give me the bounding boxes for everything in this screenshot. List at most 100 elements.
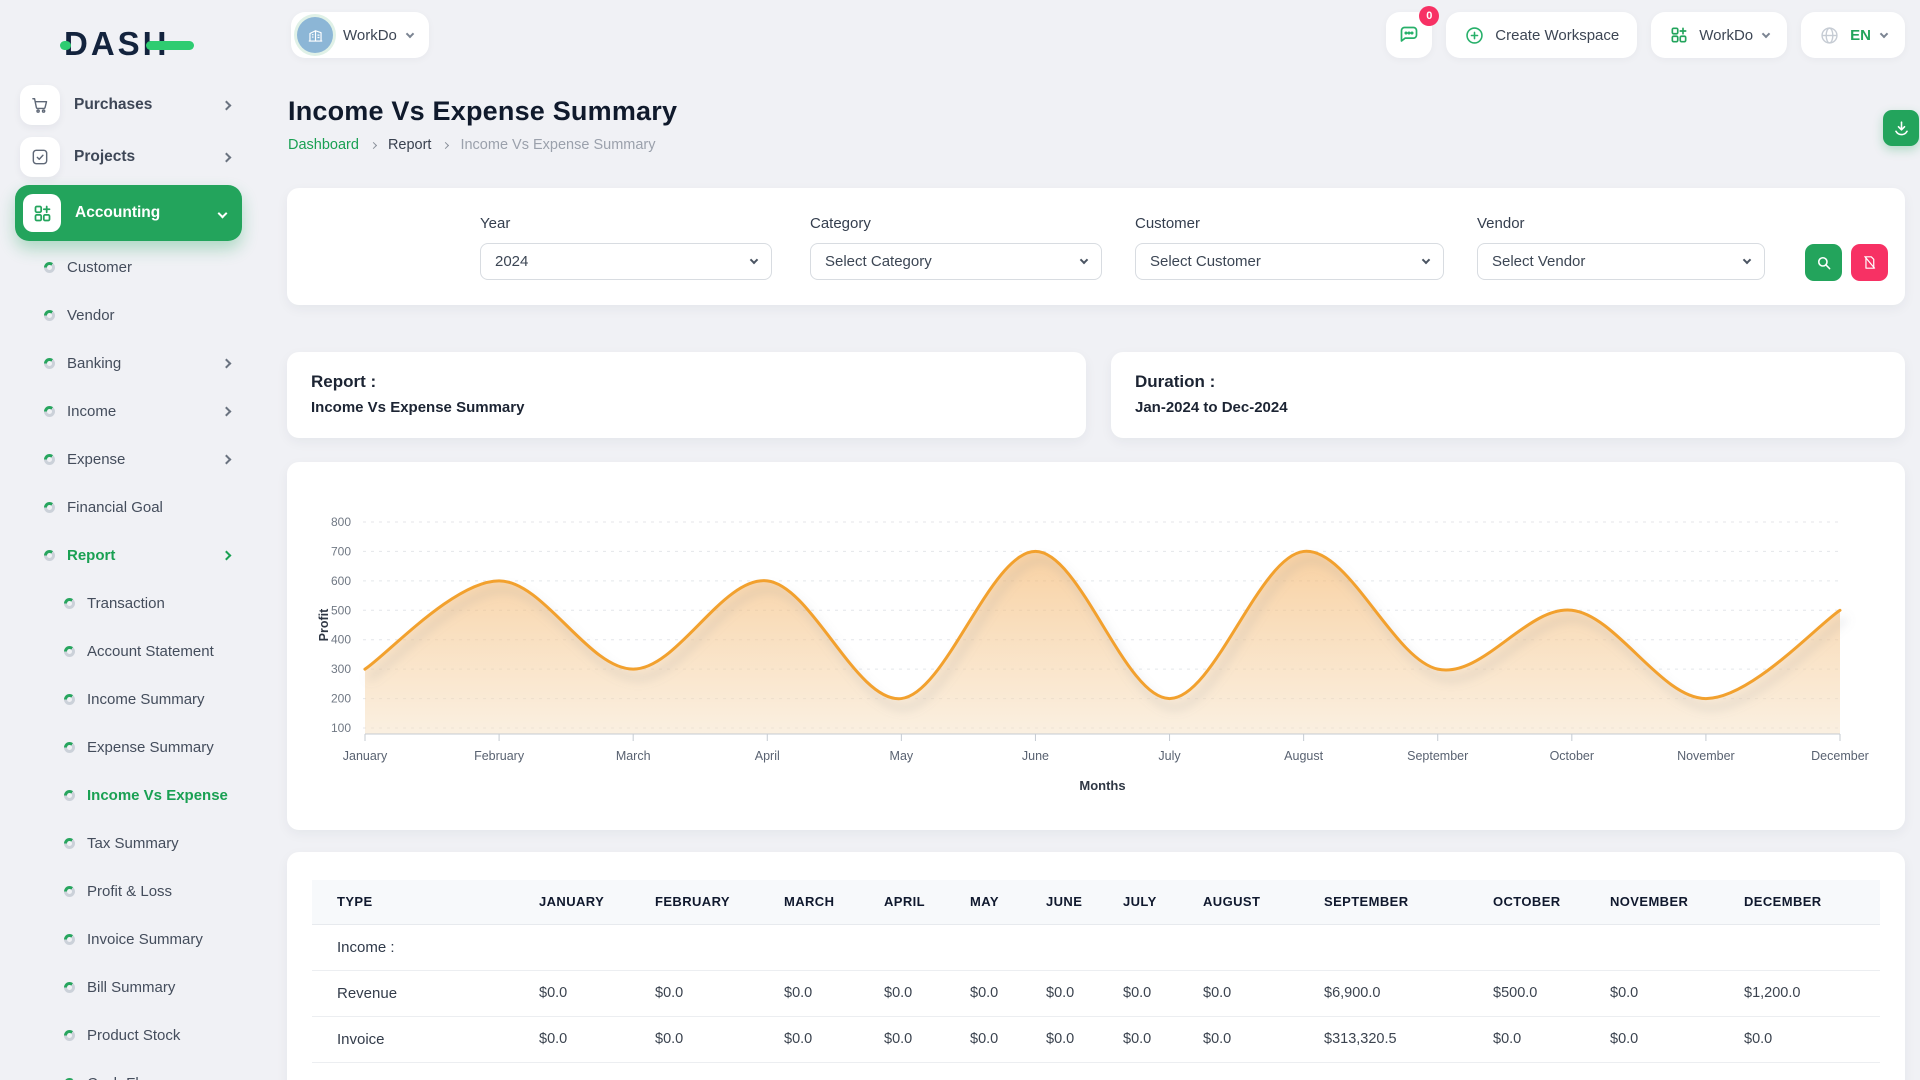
category-field: CategorySelect Category bbox=[810, 215, 1102, 280]
customer-field: CustomerSelect Customer bbox=[1135, 215, 1444, 280]
duration-info-card: Duration : Jan-2024 to Dec-2024 bbox=[1111, 352, 1905, 438]
sidebar-item-projects[interactable]: Projects bbox=[0, 131, 287, 183]
sidebar-item-financial-goal[interactable]: Financial Goal bbox=[0, 483, 287, 531]
svg-text:October: October bbox=[1550, 749, 1594, 763]
sidebar-item-customer[interactable]: Customer bbox=[0, 243, 287, 291]
column-header-december: DECEMBER bbox=[1719, 880, 1880, 924]
cell-value: $0.0 bbox=[1021, 1016, 1098, 1062]
sidebar-item-report[interactable]: Report bbox=[0, 531, 287, 579]
sidebar-item-label: Accounting bbox=[75, 204, 160, 222]
sidebar-item-transaction[interactable]: Transaction bbox=[0, 579, 287, 627]
column-header-october: OCTOBER bbox=[1468, 880, 1585, 924]
svg-text:300: 300 bbox=[331, 662, 351, 676]
chevron-down-icon bbox=[1422, 256, 1430, 264]
bullet-icon bbox=[64, 694, 75, 705]
sidebar-item-expense-summary[interactable]: Expense Summary bbox=[0, 723, 287, 771]
bullet-icon bbox=[44, 358, 55, 369]
vendor-label: Vendor bbox=[1477, 215, 1765, 232]
svg-text:Months: Months bbox=[1079, 778, 1125, 793]
sidebar-item-profit-loss[interactable]: Profit & Loss bbox=[0, 867, 287, 915]
cell-value: $0.0 bbox=[759, 970, 859, 1016]
language-button[interactable]: EN bbox=[1801, 12, 1905, 58]
cell-value: $0.0 bbox=[514, 1016, 630, 1062]
search-icon bbox=[1815, 254, 1833, 272]
year-select[interactable]: 2024 bbox=[480, 243, 772, 280]
sidebar-item-label: Income Vs Expense bbox=[87, 787, 228, 804]
category-select[interactable]: Select Category bbox=[810, 243, 1102, 280]
breadcrumb-income-vs-expense-summary: Income Vs Expense Summary bbox=[460, 137, 655, 153]
sidebar-item-label: Vendor bbox=[67, 307, 115, 324]
sidebar-item-invoice-summary[interactable]: Invoice Summary bbox=[0, 915, 287, 963]
plus-circle-icon bbox=[1464, 25, 1485, 46]
cell-value: $0.0 bbox=[630, 970, 759, 1016]
svg-text:700: 700 bbox=[331, 544, 351, 558]
topbar: WorkDo 0 Create Workspace WorkDo bbox=[287, 12, 1905, 58]
cell-value: $0.0 bbox=[859, 1016, 945, 1062]
breadcrumb-dashboard[interactable]: Dashboard bbox=[288, 137, 359, 153]
vendor-selected-value: Select Vendor bbox=[1492, 253, 1585, 270]
breadcrumb-separator-icon bbox=[442, 141, 449, 148]
reset-filter-button[interactable] bbox=[1851, 244, 1888, 281]
year-field: Year 2024 bbox=[480, 215, 772, 280]
sidebar-item-label: Purchases bbox=[74, 96, 152, 114]
chevron-right-icon bbox=[223, 354, 230, 372]
svg-text:January: January bbox=[343, 749, 388, 763]
bullet-icon bbox=[44, 502, 55, 513]
sidebar-item-income[interactable]: Income bbox=[0, 387, 287, 435]
row-label: Revenue bbox=[312, 970, 514, 1016]
svg-text:February: February bbox=[474, 749, 525, 763]
messages-count-badge: 0 bbox=[1419, 6, 1439, 26]
sidebar-item-expense[interactable]: Expense bbox=[0, 435, 287, 483]
messages-button[interactable]: 0 bbox=[1386, 12, 1432, 58]
download-button[interactable] bbox=[1883, 110, 1919, 146]
cell-value: $0.0 bbox=[1098, 1016, 1178, 1062]
workspace-menu-button[interactable]: WorkDo bbox=[1651, 12, 1787, 58]
sidebar-item-label: Cash Flow bbox=[87, 1075, 158, 1080]
sidebar-item-label: Account Statement bbox=[87, 643, 214, 660]
chevron-right-icon bbox=[223, 450, 230, 468]
breadcrumb-report[interactable]: Report bbox=[388, 137, 432, 153]
svg-text:Profit: Profit bbox=[317, 608, 331, 641]
bullet-icon bbox=[64, 646, 75, 657]
sidebar-item-purchases[interactable]: Purchases bbox=[0, 79, 287, 131]
row-label: Income : bbox=[312, 924, 514, 970]
create-workspace-button[interactable]: Create Workspace bbox=[1446, 12, 1637, 58]
workspace-selector[interactable]: WorkDo bbox=[291, 12, 429, 58]
sidebar-item-income-vs-expense[interactable]: Income Vs Expense bbox=[0, 771, 287, 819]
sidebar-item-bill-summary[interactable]: Bill Summary bbox=[0, 963, 287, 1011]
tasks-icon bbox=[20, 137, 60, 177]
sidebar-item-product-stock[interactable]: Product Stock bbox=[0, 1011, 287, 1059]
chevron-right-icon bbox=[223, 546, 230, 564]
cell-value: $1,200.0 bbox=[1719, 970, 1880, 1016]
sidebar-item-label: Income Summary bbox=[87, 691, 205, 708]
report-card-title: Report : bbox=[311, 372, 1062, 392]
globe-icon bbox=[1819, 25, 1840, 46]
sidebar-item-account-statement[interactable]: Account Statement bbox=[0, 627, 287, 675]
chevron-down-icon bbox=[1880, 29, 1888, 37]
sidebar-item-income-summary[interactable]: Income Summary bbox=[0, 675, 287, 723]
chat-bubble-icon bbox=[1397, 23, 1421, 47]
sidebar-item-label: Tax Summary bbox=[87, 835, 179, 852]
cell-value: $0.0 bbox=[1585, 1016, 1719, 1062]
cell-value: $0.0 bbox=[1178, 970, 1299, 1016]
sidebar-item-vendor[interactable]: Vendor bbox=[0, 291, 287, 339]
row-label: Expense : bbox=[312, 1062, 514, 1080]
cell-value: $0.0 bbox=[1021, 970, 1098, 1016]
apply-filter-button[interactable] bbox=[1805, 244, 1842, 281]
vendor-select[interactable]: Select Vendor bbox=[1477, 243, 1765, 280]
year-label: Year bbox=[480, 215, 772, 232]
sidebar-item-label: Report bbox=[67, 547, 115, 564]
table-row-invoice: Invoice$0.0$0.0$0.0$0.0$0.0$0.0$0.0$0.0$… bbox=[312, 1016, 1880, 1062]
cell-value: $313,320.5 bbox=[1299, 1016, 1468, 1062]
sidebar-item-cash-flow[interactable]: Cash Flow bbox=[0, 1059, 287, 1080]
sidebar-item-banking[interactable]: Banking bbox=[0, 339, 287, 387]
svg-text:500: 500 bbox=[331, 603, 351, 617]
chevron-down-icon bbox=[1762, 29, 1770, 37]
sidebar-item-label: Expense bbox=[67, 451, 125, 468]
sidebar-item-accounting[interactable]: Accounting bbox=[15, 185, 242, 241]
chevron-down-icon bbox=[750, 256, 758, 264]
customer-select[interactable]: Select Customer bbox=[1135, 243, 1444, 280]
app-logo[interactable]: DASH bbox=[64, 24, 170, 66]
cart-icon bbox=[20, 85, 60, 125]
sidebar-item-tax-summary[interactable]: Tax Summary bbox=[0, 819, 287, 867]
